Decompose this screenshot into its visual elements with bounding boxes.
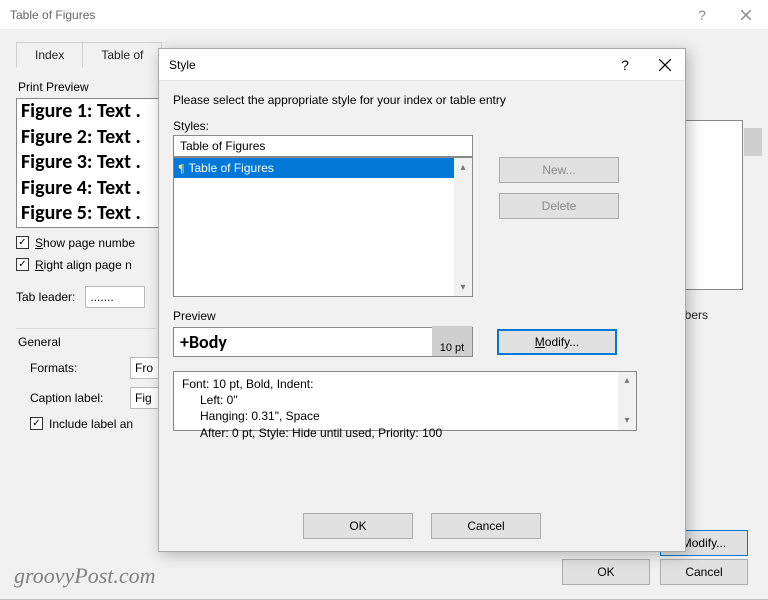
styles-list-scrollbar[interactable]: ▴ ▾: [454, 158, 472, 296]
style-cancel-button[interactable]: Cancel: [431, 513, 541, 539]
styles-listbox[interactable]: ¶ Table of Figures ▴ ▾: [173, 157, 473, 297]
styles-list-item-selected[interactable]: ¶ Table of Figures: [174, 158, 472, 178]
formats-label: Formats:: [30, 361, 120, 375]
help-button[interactable]: ?: [680, 0, 724, 30]
show-page-numbers-checkbox[interactable]: ✓: [16, 236, 29, 249]
delete-style-button[interactable]: Delete: [499, 193, 619, 219]
parent-ok-button[interactable]: OK: [562, 559, 650, 585]
style-instruction: Please select the appropriate style for …: [173, 93, 671, 107]
style-description-box: Font: 10 pt, Bold, Indent: Left: 0" Hang…: [173, 371, 637, 431]
right-align-checkbox[interactable]: ✓: [16, 258, 29, 271]
parent-titlebar[interactable]: Table of Figures ?: [0, 0, 768, 30]
web-preview-scrollbar[interactable]: [744, 120, 762, 290]
show-page-numbers-label: Show page numbe: [35, 236, 135, 250]
desc-line: Font: 10 pt, Bold, Indent:: [182, 376, 616, 392]
new-style-button[interactable]: New...: [499, 157, 619, 183]
desc-line: Hanging: 0.31", Space: [182, 408, 616, 424]
style-help-button[interactable]: ?: [605, 57, 645, 73]
preview-point-size: 10 pt: [432, 326, 472, 356]
style-preview-label: Preview: [173, 309, 671, 323]
scroll-up-icon[interactable]: ▴: [618, 372, 636, 390]
styles-name-input[interactable]: [173, 135, 473, 157]
caption-label-label: Caption label:: [30, 391, 120, 405]
scroll-down-icon[interactable]: ▾: [618, 412, 636, 430]
desc-scrollbar[interactable]: ▴ ▾: [618, 372, 636, 430]
style-modify-button[interactable]: Modify...: [497, 329, 617, 355]
style-titlebar[interactable]: Style ?: [159, 49, 685, 81]
desc-line: After: 0 pt, Style: Hide until used, Pri…: [182, 425, 616, 441]
include-label-checkbox[interactable]: ✓: [30, 417, 43, 430]
style-title: Style: [159, 58, 196, 72]
tab-leader-label: Tab leader:: [16, 290, 75, 304]
preview-body-text: +Body: [180, 331, 227, 353]
parent-cancel-button[interactable]: Cancel: [660, 559, 748, 585]
desc-line: Left: 0": [182, 392, 616, 408]
tab-leader-dropdown[interactable]: .......: [85, 286, 145, 308]
style-ok-button[interactable]: OK: [303, 513, 413, 539]
style-dialog: Style ? Please select the appropriate st…: [158, 48, 686, 552]
style-preview-box: +Body 10 pt: [173, 327, 473, 357]
style-close-button[interactable]: [645, 49, 685, 81]
close-button[interactable]: [724, 0, 768, 30]
scroll-up-icon[interactable]: ▴: [454, 158, 472, 176]
styles-label: Styles:: [173, 119, 671, 133]
watermark: groovyPost.com: [14, 563, 156, 589]
scroll-down-icon[interactable]: ▾: [454, 278, 472, 296]
tab-table-of[interactable]: Table of: [82, 42, 162, 68]
tab-index[interactable]: Index: [16, 42, 83, 68]
parent-title: Table of Figures: [0, 8, 95, 22]
right-align-label: Right align page n: [35, 258, 132, 272]
paragraph-mark-icon: ¶: [178, 161, 184, 176]
include-label-text: Include label an: [49, 417, 133, 431]
